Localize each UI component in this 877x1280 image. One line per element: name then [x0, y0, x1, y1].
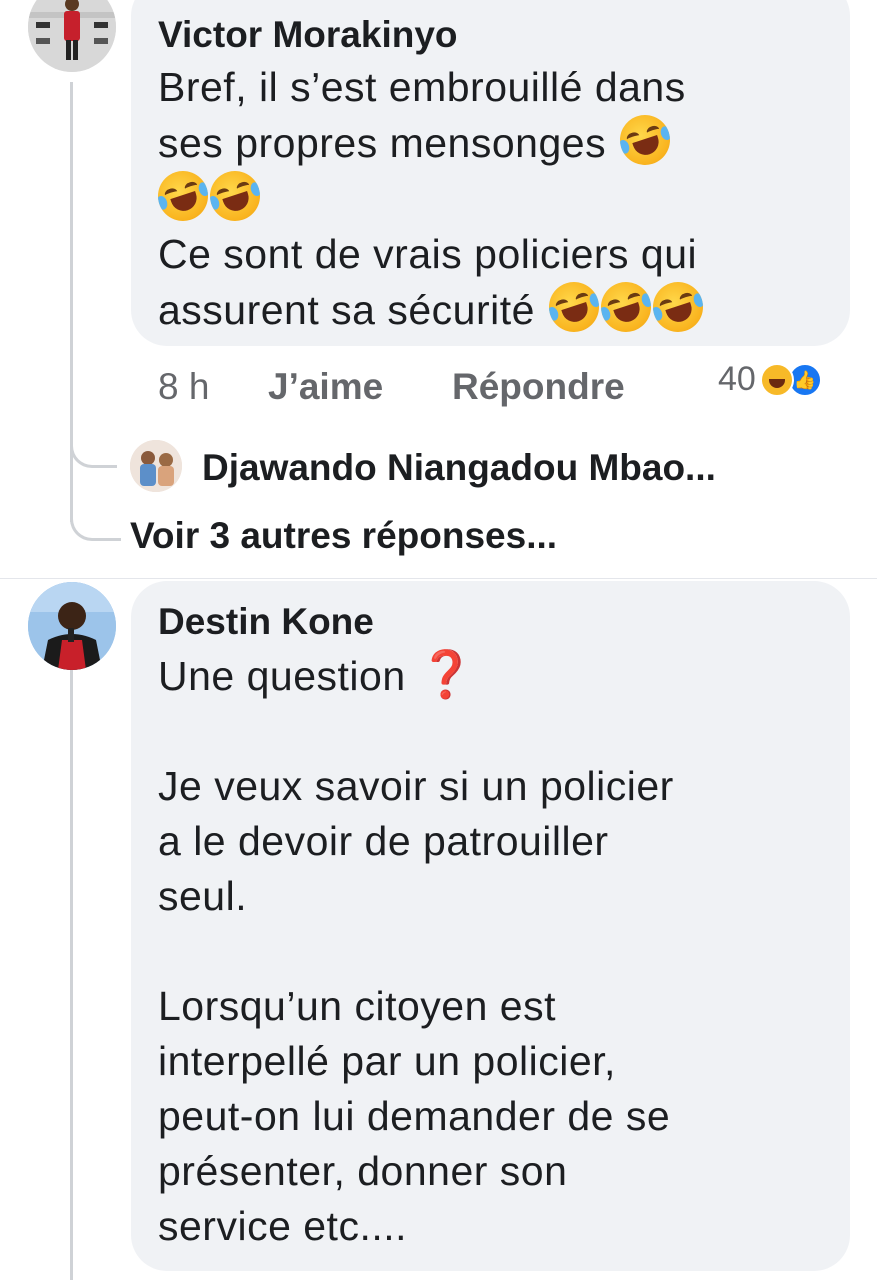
rolling-laughing-emoji-icon [646, 275, 710, 339]
comment-text-line: service etc.... [158, 1203, 408, 1249]
rolling-laughing-emoji-icon [542, 275, 606, 339]
view-more-replies-link[interactable]: Voir 3 autres réponses... [130, 515, 557, 557]
comment-text-line: Ce sont de vrais policiers qui [158, 227, 824, 282]
rolling-laughing-emoji-icon [151, 164, 215, 228]
red-question-mark-icon: ❓ [417, 648, 476, 700]
reply-avatar[interactable] [130, 440, 182, 492]
reaction-count: 40 [718, 360, 756, 398]
comment-text: Bref, il s’est embrouillé dans [158, 64, 686, 110]
comment-text-line: a le devoir de patrouiller [158, 818, 609, 864]
comment-text-line: Lorsqu’un citoyen est [158, 983, 556, 1029]
avatar[interactable] [28, 582, 116, 670]
thread-curve [70, 500, 121, 541]
like-button[interactable]: J’aime [268, 366, 383, 408]
comment-text: Une question [158, 653, 406, 699]
comment-text-line: ses propres mensonges [158, 108, 824, 172]
comment-text: assurent sa sécurité [158, 287, 535, 333]
avatar[interactable] [28, 0, 116, 72]
rolling-laughing-emoji-icon [613, 108, 677, 172]
rolling-laughing-emoji-icon [594, 275, 658, 339]
comment-text-line: interpellé par un policier, [158, 1038, 616, 1084]
haha-icon [759, 362, 794, 397]
comment-bubble: Victor Morakinyo Bref, il s’est embrouil… [131, 0, 850, 346]
reply-author[interactable]: Djawando Niangadou Mbao... [202, 447, 716, 489]
reply-button[interactable]: Répondre [452, 366, 625, 408]
reaction-summary[interactable]: 40 👍 [718, 360, 822, 399]
comment-text-line: Je veux savoir si un policier [158, 763, 674, 809]
divider [0, 578, 877, 579]
comment-text-line [151, 164, 824, 228]
thread-curve [70, 420, 117, 468]
comment-text-line: assurent sa sécurité [158, 275, 824, 339]
comment-text-line: Une question ❓ [158, 647, 824, 704]
comment-text-line: Bref, il s’est embrouillé dans [158, 60, 824, 115]
thread-line [70, 670, 73, 1280]
comment-time[interactable]: 8 h [158, 366, 209, 408]
comment-author[interactable]: Destin Kone [158, 597, 824, 647]
comment-bubble: Destin Kone Une question ❓ Je veux savoi… [131, 581, 850, 1271]
comment-text: ses propres mensonges [158, 120, 607, 166]
comment-text-line: peut-on lui demander de se [158, 1093, 671, 1139]
comment-text: Ce sont de vrais policiers qui [158, 231, 698, 277]
comment-text-line: seul. [158, 873, 248, 919]
rolling-laughing-emoji-icon [203, 164, 267, 228]
comment-text-line: présenter, donner son [158, 1148, 568, 1194]
comment-author[interactable]: Victor Morakinyo [158, 10, 824, 60]
